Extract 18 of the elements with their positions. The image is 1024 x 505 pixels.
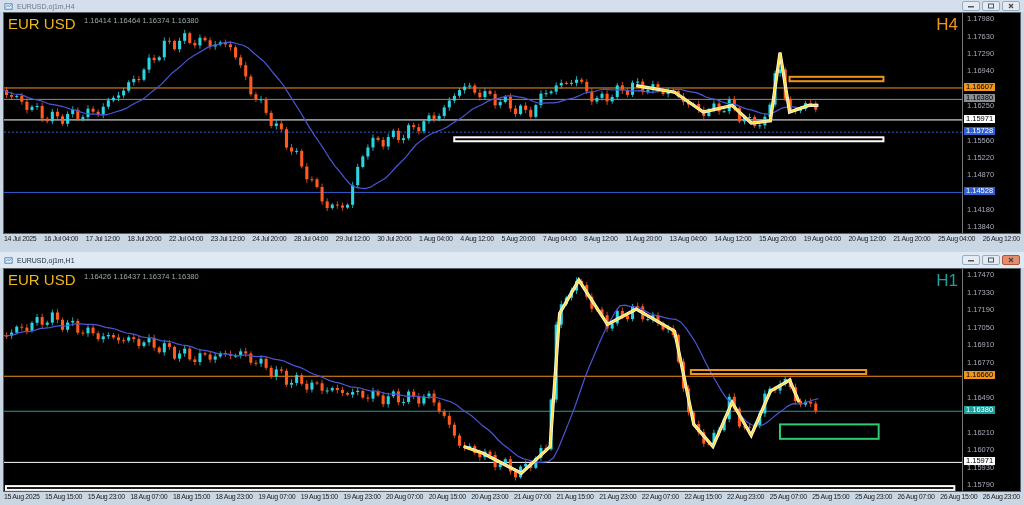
minimize-icon bbox=[966, 3, 976, 9]
symbol-label: EUR USD bbox=[8, 272, 76, 288]
maximize-icon bbox=[986, 3, 996, 9]
close-icon bbox=[1006, 3, 1016, 9]
close-icon bbox=[1006, 257, 1016, 263]
timeframe-label: H4 bbox=[936, 16, 958, 34]
timeframe-label: H1 bbox=[936, 272, 958, 290]
maximize-icon bbox=[986, 257, 996, 263]
chart-window-icon bbox=[4, 255, 13, 265]
symbol-label: EUR USD bbox=[8, 16, 76, 32]
chart-window-icon bbox=[4, 1, 13, 11]
maximize-button[interactable] bbox=[982, 255, 1000, 265]
minimize-icon bbox=[966, 257, 976, 263]
close-button[interactable] bbox=[1002, 255, 1020, 265]
minimize-button[interactable] bbox=[962, 255, 980, 265]
close-button[interactable] bbox=[1002, 1, 1020, 11]
minimize-button[interactable] bbox=[962, 1, 980, 11]
maximize-button[interactable] bbox=[982, 1, 1000, 11]
